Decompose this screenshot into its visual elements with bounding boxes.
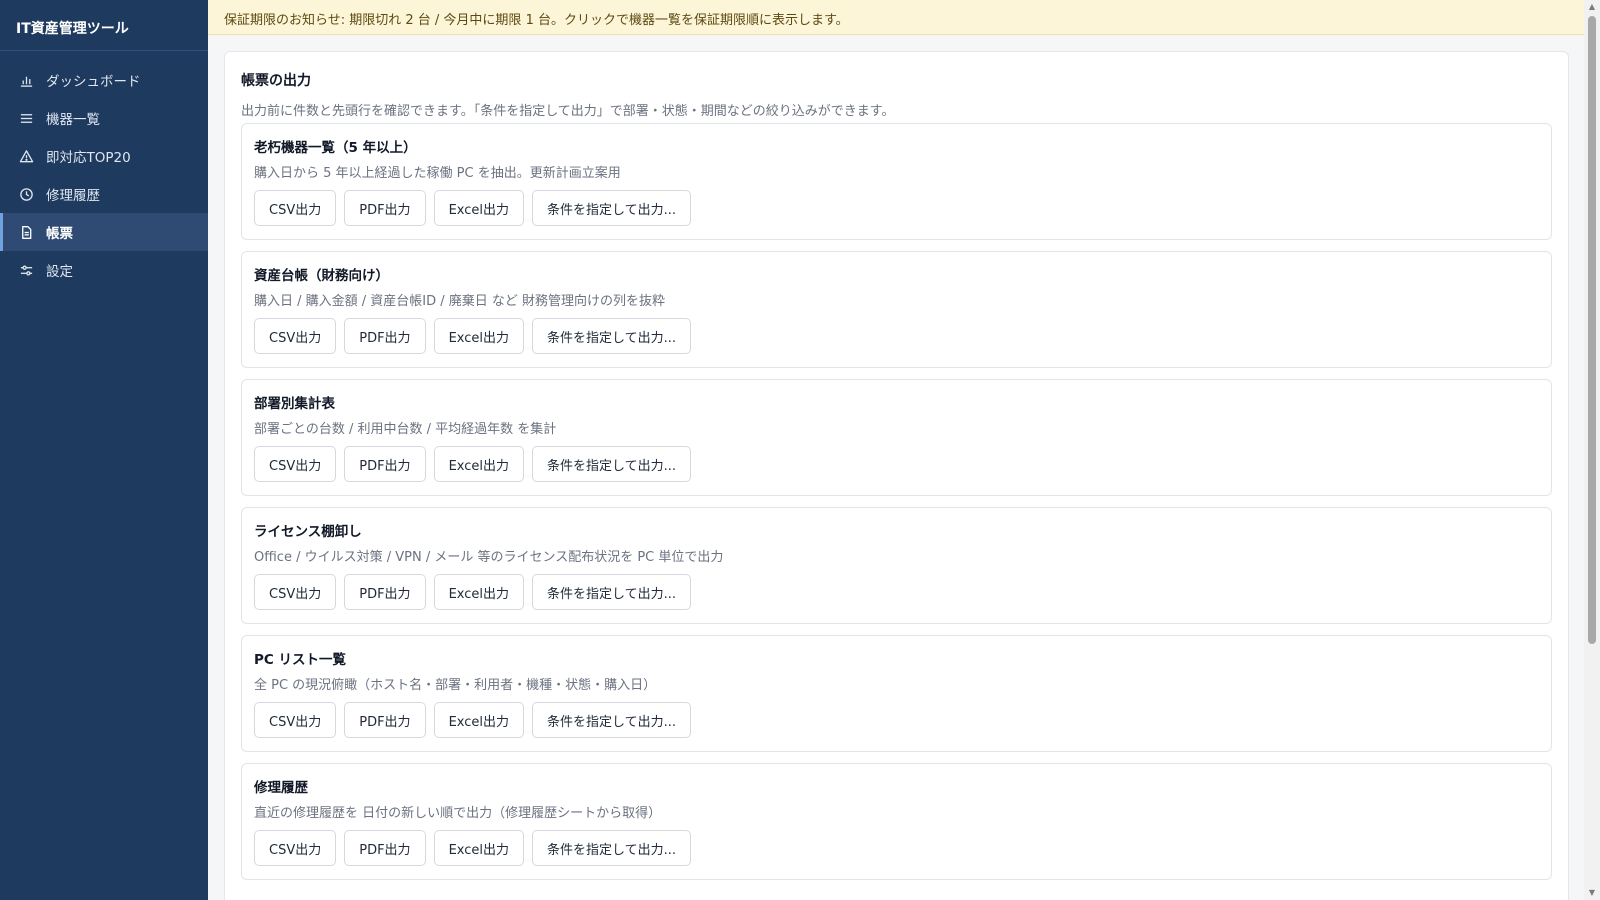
report-title: 老朽機器一覧（5 年以上） xyxy=(254,140,417,156)
pdf-export-button[interactable]: PDF出力 xyxy=(344,446,426,482)
scrollbar-thumb[interactable] xyxy=(1588,16,1596,644)
report-card-department-summary: 部署別集計表 部署ごとの台数 / 利用中台数 / 平均経過年数 を集計 CSV出… xyxy=(241,379,1552,496)
sidebar-item-repair-history[interactable]: 修理履歴 xyxy=(0,175,208,213)
report-description: 購入日 / 購入金額 / 資産台帳ID / 廃棄日 など 財務管理向けの列を抜粋 xyxy=(254,294,666,309)
report-description: 部署ごとの台数 / 利用中台数 / 平均経過年数 を集計 xyxy=(254,422,557,437)
list-icon xyxy=(18,110,34,126)
csv-export-button[interactable]: CSV出力 xyxy=(254,318,337,354)
excel-export-button[interactable]: Excel出力 xyxy=(433,702,524,738)
pdf-export-button[interactable]: PDF出力 xyxy=(344,190,426,226)
sidebar-item-label: 修理履歴 xyxy=(46,188,100,204)
vertical-scrollbar[interactable]: ▲ ▼ xyxy=(1584,0,1600,900)
export-button-row: CSV出力 PDF出力 Excel出力 条件を指定して出力... xyxy=(254,830,1539,866)
csv-export-button[interactable]: CSV出力 xyxy=(254,830,337,866)
custom-export-button[interactable]: 条件を指定して出力... xyxy=(532,702,692,738)
report-description: 全 PC の現況俯瞰（ホスト名・部署・利用者・機種・状態・購入日） xyxy=(254,678,657,693)
sidebar-item-top20[interactable]: 即対応TOP20 xyxy=(0,137,208,175)
sidebar: IT資産管理ツール ダッシュボード 機器一覧 即対応TOP20 修理履歴 帳票 … xyxy=(0,0,208,900)
export-button-row: CSV出力 PDF出力 Excel出力 条件を指定して出力... xyxy=(254,574,1539,610)
scroll-up-arrow-icon[interactable]: ▲ xyxy=(1587,2,1597,12)
report-card-aging-devices: 老朽機器一覧（5 年以上） 購入日から 5 年以上経過した稼働 PC を抽出。更… xyxy=(241,123,1552,240)
export-button-row: CSV出力 PDF出力 Excel出力 条件を指定して出力... xyxy=(254,446,1539,482)
pdf-export-button[interactable]: PDF出力 xyxy=(344,702,426,738)
export-button-row: CSV出力 PDF出力 Excel出力 条件を指定して出力... xyxy=(254,702,1539,738)
reports-panel: 帳票の出力 出力前に件数と先頭行を確認できます。「条件を指定して出力」で部署・状… xyxy=(224,51,1569,900)
pdf-export-button[interactable]: PDF出力 xyxy=(344,574,426,610)
report-title: 資産台帳（財務向け） xyxy=(254,268,389,284)
page-title: 帳票の出力 xyxy=(241,73,311,89)
excel-export-button[interactable]: Excel出力 xyxy=(433,318,524,354)
page-description: 出力前に件数と先頭行を確認できます。「条件を指定して出力」で部署・状態・期間など… xyxy=(241,104,895,119)
pdf-export-button[interactable]: PDF出力 xyxy=(344,318,426,354)
main-content: 保証期限のお知らせ: 期限切れ 2 台 / 今月中に期限 1 台。クリックで機器… xyxy=(208,0,1584,900)
custom-export-button[interactable]: 条件を指定して出力... xyxy=(532,574,692,610)
warranty-notice-banner[interactable]: 保証期限のお知らせ: 期限切れ 2 台 / 今月中に期限 1 台。クリックで機器… xyxy=(208,0,1584,35)
csv-export-button[interactable]: CSV出力 xyxy=(254,574,337,610)
report-title: ライセンス棚卸し xyxy=(254,524,362,540)
report-title: 部署別集計表 xyxy=(254,396,335,412)
report-card-asset-ledger: 資産台帳（財務向け） 購入日 / 購入金額 / 資産台帳ID / 廃棄日 など … xyxy=(241,251,1552,368)
app-title: IT資産管理ツール xyxy=(0,0,208,51)
report-description: 購入日から 5 年以上経過した稼働 PC を抽出。更新計画立案用 xyxy=(254,166,621,181)
excel-export-button[interactable]: Excel出力 xyxy=(433,574,524,610)
excel-export-button[interactable]: Excel出力 xyxy=(433,830,524,866)
custom-export-button[interactable]: 条件を指定して出力... xyxy=(532,190,692,226)
pdf-export-button[interactable]: PDF出力 xyxy=(344,830,426,866)
custom-export-button[interactable]: 条件を指定して出力... xyxy=(532,318,692,354)
export-button-row: CSV出力 PDF出力 Excel出力 条件を指定して出力... xyxy=(254,190,1539,226)
custom-export-button[interactable]: 条件を指定して出力... xyxy=(532,446,692,482)
document-icon xyxy=(18,224,34,240)
sliders-icon xyxy=(18,262,34,278)
sidebar-item-label: 即対応TOP20 xyxy=(46,150,131,166)
report-card-license-inventory: ライセンス棚卸し Office / ウイルス対策 / VPN / メール 等のラ… xyxy=(241,507,1552,624)
clock-icon xyxy=(18,186,34,202)
report-list: 老朽機器一覧（5 年以上） 購入日から 5 年以上経過した稼働 PC を抽出。更… xyxy=(241,123,1552,880)
report-card-repair-history: 修理履歴 直近の修理履歴を 日付の新しい順で出力（修理履歴シートから取得） CS… xyxy=(241,763,1552,880)
scroll-down-arrow-icon[interactable]: ▼ xyxy=(1587,888,1597,898)
sidebar-nav: ダッシュボード 機器一覧 即対応TOP20 修理履歴 帳票 設定 xyxy=(0,51,208,289)
report-title: PC リスト一覧 xyxy=(254,652,347,668)
export-button-row: CSV出力 PDF出力 Excel出力 条件を指定して出力... xyxy=(254,318,1539,354)
sidebar-item-label: ダッシュボード xyxy=(46,74,141,90)
sidebar-item-settings[interactable]: 設定 xyxy=(0,251,208,289)
report-title: 修理履歴 xyxy=(254,780,308,796)
sidebar-item-label: 設定 xyxy=(46,264,73,280)
csv-export-button[interactable]: CSV出力 xyxy=(254,190,337,226)
excel-export-button[interactable]: Excel出力 xyxy=(433,446,524,482)
warning-icon xyxy=(18,148,34,164)
bar-chart-icon xyxy=(18,72,34,88)
report-description: 直近の修理履歴を 日付の新しい順で出力（修理履歴シートから取得） xyxy=(254,806,662,821)
report-card-pc-list: PC リスト一覧 全 PC の現況俯瞰（ホスト名・部署・利用者・機種・状態・購入… xyxy=(241,635,1552,752)
sidebar-item-reports[interactable]: 帳票 xyxy=(0,213,208,251)
sidebar-item-label: 機器一覧 xyxy=(46,112,100,128)
custom-export-button[interactable]: 条件を指定して出力... xyxy=(532,830,692,866)
sidebar-item-dashboard[interactable]: ダッシュボード xyxy=(0,61,208,99)
sidebar-item-label: 帳票 xyxy=(46,226,73,242)
report-description: Office / ウイルス対策 / VPN / メール 等のライセンス配布状況を… xyxy=(254,550,724,565)
csv-export-button[interactable]: CSV出力 xyxy=(254,446,337,482)
excel-export-button[interactable]: Excel出力 xyxy=(433,190,524,226)
sidebar-item-device-list[interactable]: 機器一覧 xyxy=(0,99,208,137)
csv-export-button[interactable]: CSV出力 xyxy=(254,702,337,738)
